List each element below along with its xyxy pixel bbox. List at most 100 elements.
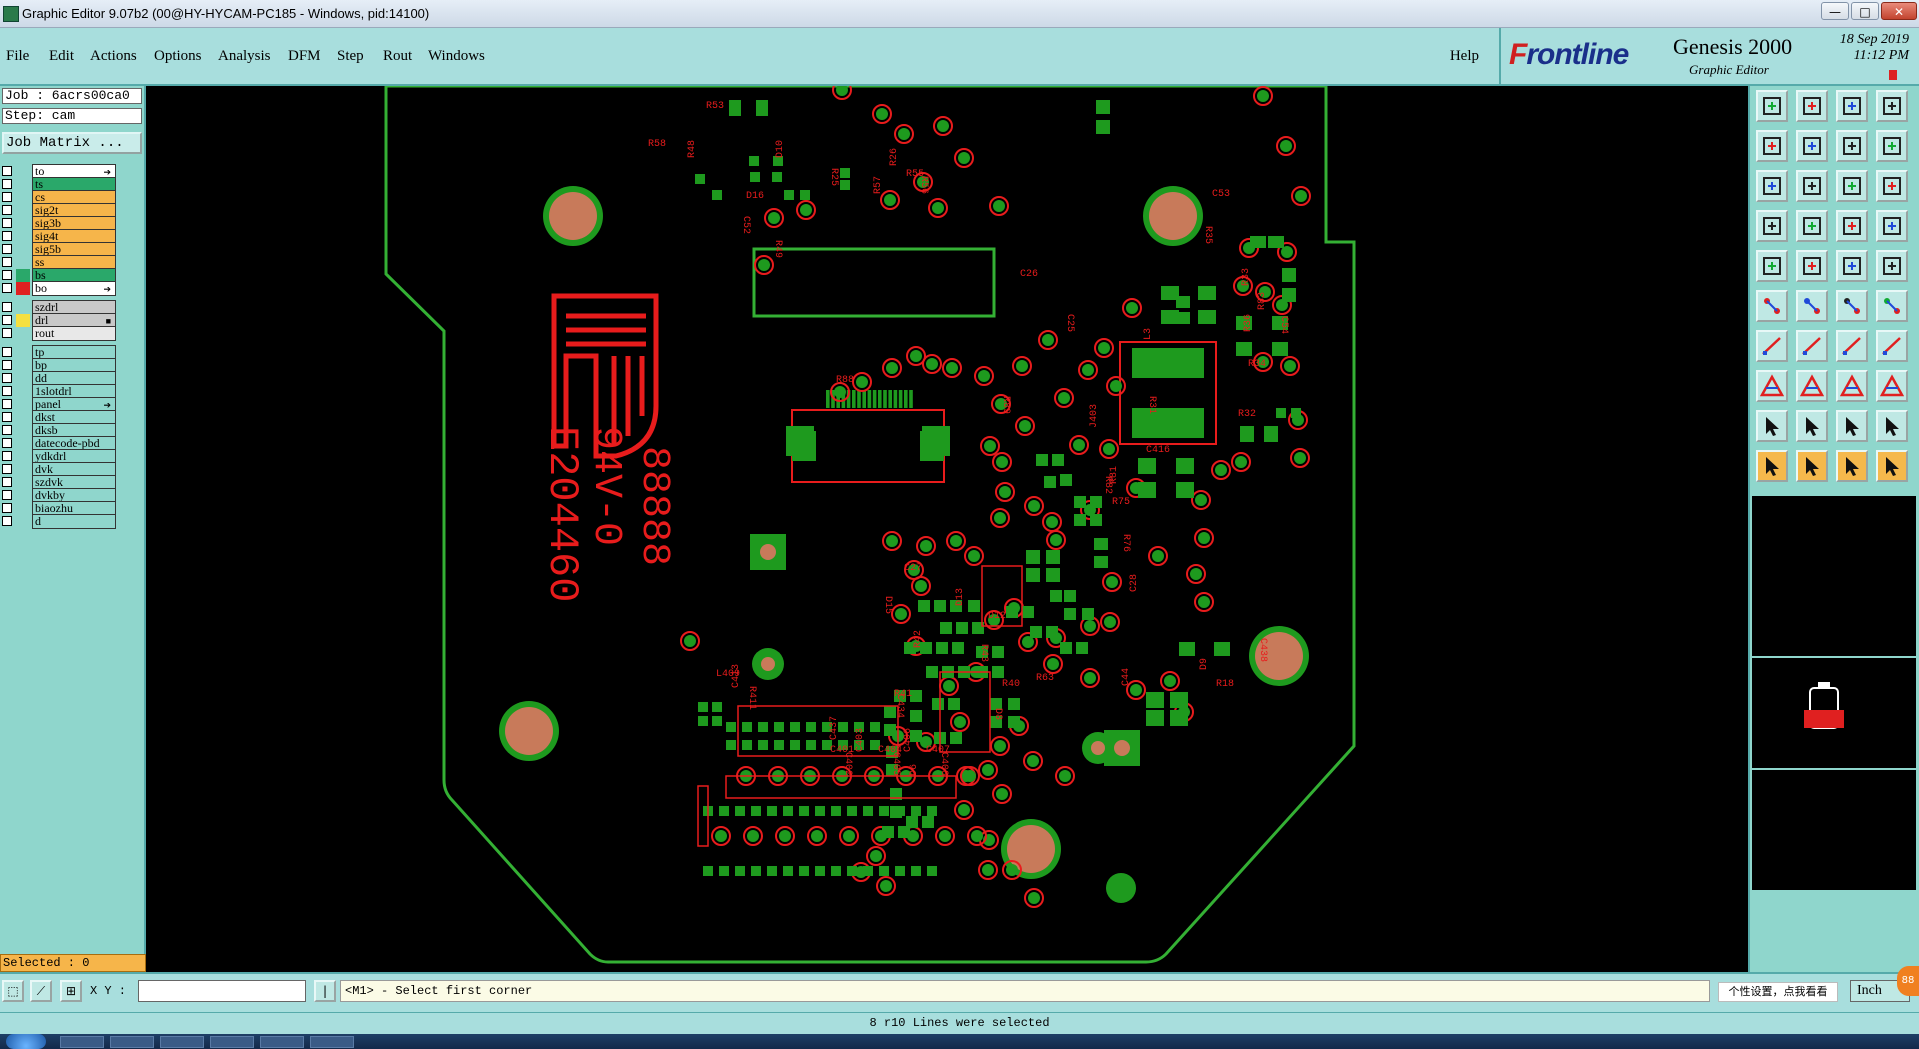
matrix-tool[interactable] bbox=[1836, 210, 1868, 242]
layer-name[interactable]: rout bbox=[32, 326, 116, 341]
layer-checkbox[interactable] bbox=[2, 373, 12, 383]
edit-line-tool[interactable] bbox=[1796, 330, 1828, 362]
layer-checkbox[interactable] bbox=[2, 412, 12, 422]
cross-tool[interactable] bbox=[1796, 290, 1828, 322]
menu-actions[interactable]: Actions bbox=[90, 48, 137, 65]
layer-checkbox[interactable] bbox=[2, 179, 12, 189]
pcb-drawing[interactable]: E204460 94V-0 88888 R53 R49 R48 R58 C52 D10 D1… bbox=[146, 86, 1748, 972]
scale-tool[interactable] bbox=[1836, 170, 1868, 202]
triangle4-tool[interactable] bbox=[1876, 410, 1908, 442]
line2-tool[interactable] bbox=[1876, 290, 1908, 322]
layer-checkbox[interactable] bbox=[2, 283, 12, 293]
menu-analysis[interactable]: Analysis bbox=[218, 48, 271, 65]
layer-row-bo[interactable]: bo ➔ bbox=[0, 281, 118, 296]
matrix2-tool[interactable] bbox=[1876, 210, 1908, 242]
resize-tool[interactable] bbox=[1836, 370, 1868, 402]
layer-checkbox[interactable] bbox=[2, 231, 12, 241]
graphic-canvas[interactable]: E204460 94V-0 88888 R53 R49 R48 R58 C52 D10 D1… bbox=[146, 86, 1748, 972]
select-tool[interactable] bbox=[1756, 370, 1788, 402]
layer-checkbox[interactable] bbox=[2, 516, 12, 526]
start-button-icon[interactable] bbox=[6, 1034, 46, 1049]
import-tool[interactable] bbox=[1756, 130, 1788, 162]
menu-rout[interactable]: Rout bbox=[383, 48, 412, 65]
layer-checkbox[interactable] bbox=[2, 360, 12, 370]
print-tool[interactable] bbox=[1836, 90, 1868, 122]
xy-input[interactable] bbox=[138, 980, 306, 1002]
pointer3-tool[interactable] bbox=[1836, 450, 1868, 482]
taskbar-item[interactable] bbox=[260, 1036, 304, 1048]
ime-hint[interactable]: 个性设置，点我看看 bbox=[1718, 982, 1838, 1002]
layer-checkbox[interactable] bbox=[2, 490, 12, 500]
net-tool[interactable] bbox=[1756, 290, 1788, 322]
xy-toggle-button[interactable]: | bbox=[314, 980, 336, 1002]
menu-step[interactable]: Step bbox=[337, 48, 364, 65]
layer-checkbox[interactable] bbox=[2, 192, 12, 202]
maximize-button[interactable]: □ bbox=[1851, 2, 1879, 20]
menu-file[interactable]: File bbox=[6, 48, 29, 65]
menu-options[interactable]: Options bbox=[154, 48, 202, 65]
arc-tool[interactable] bbox=[1836, 290, 1868, 322]
layer-name[interactable]: d bbox=[32, 514, 116, 529]
layer-checkbox[interactable] bbox=[2, 399, 12, 409]
minus-tool[interactable] bbox=[1796, 370, 1828, 402]
curve-tool[interactable] bbox=[1836, 330, 1868, 362]
layer-checkbox[interactable] bbox=[2, 425, 12, 435]
layer-row-rout[interactable]: rout bbox=[0, 326, 118, 341]
layer-checkbox[interactable] bbox=[2, 477, 12, 487]
layer-checkbox[interactable] bbox=[2, 205, 12, 215]
rotate-tool[interactable] bbox=[1836, 130, 1868, 162]
pointer-tool[interactable] bbox=[1756, 450, 1788, 482]
pad-tool[interactable] bbox=[1756, 250, 1788, 282]
menu-windows[interactable]: Windows bbox=[428, 48, 485, 65]
taskbar-item[interactable] bbox=[310, 1036, 354, 1048]
circle-tool[interactable] bbox=[1876, 250, 1908, 282]
triangle-tool[interactable] bbox=[1756, 410, 1788, 442]
layer-checkbox[interactable] bbox=[2, 503, 12, 513]
snapshot-tool[interactable] bbox=[1876, 90, 1908, 122]
layer-checkbox[interactable] bbox=[2, 347, 12, 357]
layer-checkbox[interactable] bbox=[2, 244, 12, 254]
open-tool[interactable] bbox=[1756, 90, 1788, 122]
layer-color-swatch[interactable] bbox=[16, 515, 30, 528]
draw-tool[interactable] bbox=[1756, 330, 1788, 362]
menu-dfm[interactable]: DFM bbox=[288, 48, 321, 65]
layer-checkbox[interactable] bbox=[2, 257, 12, 267]
fit-tool[interactable] bbox=[1756, 170, 1788, 202]
menu-help[interactable]: Help bbox=[1450, 48, 1479, 65]
layer-row-d[interactable]: d bbox=[0, 514, 118, 529]
layer-checkbox[interactable] bbox=[2, 302, 12, 312]
triangle3-tool[interactable] bbox=[1836, 410, 1868, 442]
triangle2-tool[interactable] bbox=[1796, 410, 1828, 442]
copy-tool[interactable] bbox=[1796, 250, 1828, 282]
layer-color-swatch[interactable] bbox=[16, 282, 30, 295]
taskbar-item[interactable] bbox=[160, 1036, 204, 1048]
taskbar-item[interactable] bbox=[210, 1036, 254, 1048]
window-tool[interactable] bbox=[1876, 370, 1908, 402]
layer-checkbox[interactable] bbox=[2, 386, 12, 396]
grid-tool-button[interactable]: ⊞ bbox=[60, 980, 82, 1002]
measure-tool-button[interactable]: ⟋ bbox=[30, 980, 52, 1002]
menu-edit[interactable]: Edit bbox=[49, 48, 74, 65]
minimize-button[interactable]: — bbox=[1821, 2, 1849, 20]
help-tool[interactable] bbox=[1876, 170, 1908, 202]
settings-tool[interactable] bbox=[1756, 210, 1788, 242]
layer-checkbox[interactable] bbox=[2, 270, 12, 280]
layer-checkbox[interactable] bbox=[2, 328, 12, 338]
layer-checkbox[interactable] bbox=[2, 166, 12, 176]
tray-badge-icon[interactable]: 88 bbox=[1897, 966, 1919, 996]
layer-name[interactable]: bo ➔ bbox=[32, 281, 116, 296]
zoom-tool-button[interactable]: ⬚ bbox=[2, 980, 24, 1002]
layer-checkbox[interactable] bbox=[2, 438, 12, 448]
layer-checkbox[interactable] bbox=[2, 315, 12, 325]
layer-checkbox[interactable] bbox=[2, 451, 12, 461]
grid-tool[interactable] bbox=[1796, 210, 1828, 242]
layer-checkbox[interactable] bbox=[2, 218, 12, 228]
close-button[interactable]: ✕ bbox=[1881, 2, 1917, 20]
export-tool[interactable] bbox=[1796, 130, 1828, 162]
layer-checkbox[interactable] bbox=[2, 464, 12, 474]
feature-tool[interactable] bbox=[1876, 330, 1908, 362]
taskbar-item[interactable] bbox=[110, 1036, 154, 1048]
save-tool[interactable] bbox=[1796, 90, 1828, 122]
pointer4-tool[interactable] bbox=[1876, 450, 1908, 482]
job-matrix-button[interactable]: Job Matrix ... bbox=[2, 132, 142, 154]
